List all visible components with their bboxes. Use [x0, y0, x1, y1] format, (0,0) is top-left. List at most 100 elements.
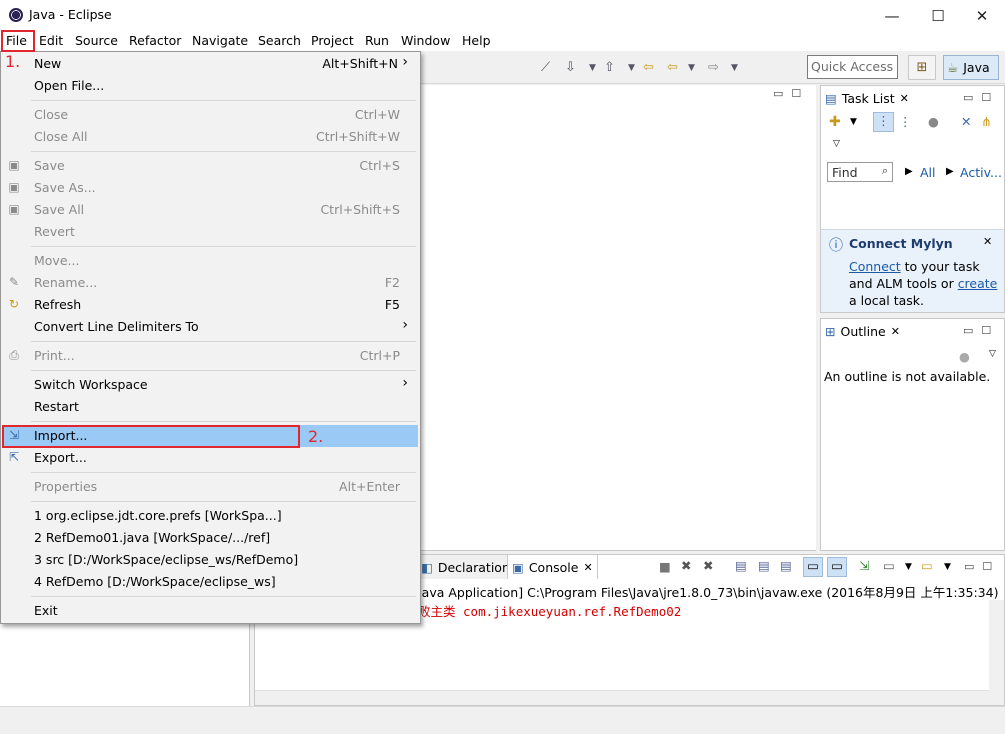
save-icon: ▣ — [8, 158, 20, 172]
pin-console-icon[interactable]: ⇲ — [859, 558, 869, 573]
forward-arrow-icon[interactable]: ⇨ — [708, 60, 719, 75]
menu-item-new[interactable]: New Alt+Shift+N › — [1, 53, 420, 75]
menu-item-open-file[interactable]: Open File... — [1, 75, 420, 97]
menu-refactor[interactable]: Refactor — [129, 33, 181, 48]
menu-navigate[interactable]: Navigate — [192, 33, 248, 48]
activate-link[interactable]: Activ... — [960, 165, 1002, 180]
toggle-mark-icon[interactable]: ⟋ — [541, 60, 550, 75]
chevron-down-icon[interactable]: ▼ — [688, 63, 695, 73]
open-console-icon[interactable]: ▭ — [921, 558, 933, 573]
menu-item-export[interactable]: ⇱ Export... — [1, 447, 420, 469]
task-list-minmax-icon[interactable]: ▭☐ — [963, 91, 999, 104]
menu-item-close[interactable]: Close Ctrl+W — [1, 104, 420, 126]
menu-help[interactable]: Help — [462, 33, 491, 48]
menu-item-save[interactable]: ▣ Save Ctrl+S — [1, 155, 420, 177]
java-perspective-icon: ☕ — [947, 60, 959, 75]
menu-item-move[interactable]: Move... — [1, 250, 420, 272]
chevron-down-icon[interactable]: ▼ — [731, 63, 738, 73]
chevron-down-icon[interactable]: ▼ — [589, 63, 596, 73]
connect-link[interactable]: Connect — [849, 259, 901, 274]
categorized-icon[interactable]: ⋮ — [873, 112, 894, 132]
next-annotation-icon[interactable]: ⇩ — [565, 60, 576, 75]
menu-item-switch-workspace[interactable]: Switch Workspace › — [1, 374, 420, 396]
terminate-icon[interactable]: ■ — [659, 559, 671, 574]
new-task-icon[interactable]: ✚ — [829, 114, 841, 130]
scheduled-icon[interactable]: ⋮ — [899, 114, 912, 129]
collapse-all-icon[interactable]: ⋔ — [981, 114, 991, 129]
menu-source[interactable]: Source — [75, 33, 118, 48]
task-list-icon: ▤ — [825, 90, 837, 106]
menu-item-refresh[interactable]: ↻ Refresh F5 — [1, 294, 420, 316]
outline-minmax-icon[interactable]: ▭☐ — [963, 324, 999, 337]
chevron-down-icon[interactable]: ▼ — [944, 562, 951, 572]
minimize-button[interactable]: — — [869, 0, 915, 31]
menu-item-recent-1[interactable]: 1 org.eclipse.jdt.core.prefs [WorkSpa...… — [1, 505, 420, 527]
show-stdout-icon[interactable]: ▭ — [803, 557, 823, 577]
view-menu-chevron-icon[interactable]: ▽ — [989, 349, 996, 359]
close-button[interactable]: ✕ — [959, 0, 1005, 31]
tab-outline[interactable]: ⊞ Outline ✕ — [821, 319, 904, 343]
clear-console-icon[interactable]: ▤ — [735, 558, 747, 573]
open-perspective-button[interactable]: ⊞ — [908, 55, 936, 80]
menu-item-recent-4[interactable]: 4 RefDemo [D:/WorkSpace/eclipse_ws] — [1, 571, 420, 593]
close-icon[interactable]: ✕ — [891, 325, 900, 338]
menu-project[interactable]: Project — [311, 33, 354, 48]
editor-area[interactable]: ▭☐ — [418, 85, 816, 551]
menu-item-save-as[interactable]: ▣ Save As... — [1, 177, 420, 199]
focus-icon[interactable]: ● — [959, 349, 970, 364]
menu-separator — [31, 421, 416, 422]
close-icon[interactable]: ✕ — [983, 235, 992, 248]
menu-item-recent-2[interactable]: 2 RefDemo01.java [WorkSpace/.../ref] — [1, 527, 420, 549]
console-minmax-icon[interactable]: ▭☐ — [964, 560, 1000, 573]
menu-item-recent-3[interactable]: 3 src [D:/WorkSpace/eclipse_ws/RefDemo] — [1, 549, 420, 571]
display-console-icon[interactable]: ▭ — [883, 558, 895, 573]
menu-run[interactable]: Run — [365, 33, 389, 48]
rename-icon: ✎ — [8, 275, 20, 289]
tab-declaration[interactable]: ◧ Declaration — [417, 555, 514, 579]
close-icon[interactable]: ✕ — [900, 92, 909, 105]
all-link[interactable]: All — [920, 165, 936, 180]
remove-all-icon[interactable]: ✖ — [703, 558, 713, 573]
hide-completed-icon[interactable]: ✕ — [961, 114, 971, 129]
tab-task-list[interactable]: ▤ Task List ✕ — [821, 86, 913, 110]
menu-item-refresh-shortcut: F5 — [384, 297, 400, 312]
focus-icon[interactable]: ● — [928, 114, 939, 129]
quick-access-input[interactable]: Quick Access — [807, 55, 898, 79]
console-vertical-scrollbar[interactable] — [989, 600, 1004, 705]
remove-launch-icon[interactable]: ✖ — [681, 558, 691, 573]
menu-edit[interactable]: Edit — [39, 33, 63, 48]
back-arrow-icon[interactable]: ⇦ — [667, 60, 678, 75]
editor-minmax-icon[interactable]: ▭☐ — [773, 87, 809, 100]
create-link[interactable]: create — [958, 276, 998, 291]
chevron-down-icon[interactable]: ▼ — [628, 63, 635, 73]
menu-item-close-all[interactable]: Close All Ctrl+Shift+W — [1, 126, 420, 148]
show-stderr-icon[interactable]: ▭ — [827, 557, 847, 577]
menu-item-rename[interactable]: ✎ Rename... F2 — [1, 272, 420, 294]
word-wrap-icon[interactable]: ▤ — [780, 558, 792, 573]
menu-item-print[interactable]: ⎙ Print... Ctrl+P — [1, 345, 420, 367]
chevron-down-icon[interactable]: ▼ — [850, 117, 857, 127]
menu-search[interactable]: Search — [258, 33, 301, 48]
import-highlight-box — [2, 425, 300, 448]
prev-annotation-icon[interactable]: ⇧ — [604, 60, 615, 75]
package-explorer-area[interactable] — [0, 622, 250, 706]
console-horizontal-scrollbar[interactable] — [255, 690, 989, 705]
outline-view: ⊞ Outline ✕ ▭☐ ● ▽ An outline is not ava… — [820, 318, 1005, 551]
menu-item-restart[interactable]: Restart — [1, 396, 420, 418]
outline-message: An outline is not available. — [824, 369, 991, 384]
view-menu-chevron-icon[interactable]: ▽ — [833, 139, 840, 149]
java-perspective-button[interactable]: ☕ Java — [943, 55, 999, 80]
scroll-lock-icon[interactable]: ▤ — [758, 558, 770, 573]
menu-item-exit[interactable]: Exit — [1, 600, 420, 622]
menu-item-convert-line-delimiters[interactable]: Convert Line Delimiters To › — [1, 316, 420, 338]
last-edit-icon[interactable]: ⇦ — [643, 60, 654, 75]
chevron-down-icon[interactable]: ▼ — [905, 562, 912, 572]
tab-console[interactable]: ▣ Console ✕ — [507, 555, 598, 579]
menu-item-properties[interactable]: Properties Alt+Enter — [1, 476, 420, 498]
menu-window[interactable]: Window — [401, 33, 450, 48]
maximize-button[interactable]: ☐ — [915, 0, 961, 31]
find-input[interactable]: Find ⌕ — [827, 162, 893, 182]
menu-item-revert[interactable]: Revert — [1, 221, 420, 243]
close-icon[interactable]: ✕ — [583, 561, 592, 574]
menu-item-save-all[interactable]: ▣ Save All Ctrl+Shift+S — [1, 199, 420, 221]
